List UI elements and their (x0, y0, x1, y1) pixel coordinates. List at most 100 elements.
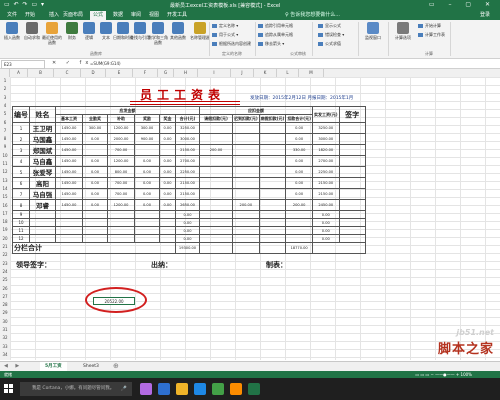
ribbon-small-4[interactable]: 追踪从属单元格 (258, 32, 293, 38)
taskbar-app-icon-1[interactable] (158, 383, 170, 395)
table-row[interactable]: 12 0.00 0.00 (12, 234, 366, 243)
table-row[interactable]: 10 0.00 0.00 (12, 218, 366, 227)
table-cell[interactable]: 700.00 (107, 177, 135, 189)
table-cell[interactable] (107, 234, 135, 243)
table-cell[interactable]: 1450.00 (55, 188, 83, 200)
table-cell[interactable]: 1450.00 (55, 122, 83, 134)
table-cell[interactable] (232, 133, 260, 145)
table-cell[interactable] (285, 226, 313, 235)
column-header[interactable]: M (299, 69, 324, 77)
table-cell[interactable] (82, 218, 108, 227)
row-header[interactable]: 2 (0, 85, 10, 93)
table-cell[interactable]: 0.00 (285, 177, 313, 189)
table-cell[interactable]: 0.00 (159, 122, 176, 134)
microphone-icon[interactable]: 🎤 (121, 382, 127, 396)
table-cell[interactable] (258, 166, 287, 178)
tab-5[interactable]: 数据 (110, 11, 126, 20)
table-cell[interactable] (55, 226, 83, 235)
tab-8[interactable]: 开发工具 (164, 11, 190, 20)
cortana-search-box[interactable]: 我是 Cortana，小娜。有问题尽管问我。 🎤 (20, 382, 132, 396)
column-header[interactable]: A (10, 69, 28, 77)
ribbon-button-0[interactable]: 插入函数 (2, 22, 22, 40)
table-cell[interactable] (199, 210, 233, 219)
row-header[interactable]: 1 (0, 77, 10, 85)
table-cell[interactable]: 300.00 (82, 122, 108, 134)
table-cell[interactable]: 0.00 (82, 133, 108, 145)
sign-cell[interactable] (338, 234, 366, 243)
ribbon-small-5[interactable]: 移去箭头 ▾ (258, 41, 284, 47)
column-header[interactable]: K (254, 69, 277, 77)
table-cell[interactable]: 2250.00 (311, 166, 340, 178)
tab-4[interactable]: 公式 (90, 11, 107, 20)
ribbon-small-3[interactable]: 追踪引用单元格 (258, 23, 293, 29)
table-cell[interactable] (107, 210, 135, 219)
table-cell[interactable] (199, 155, 233, 167)
table-cell[interactable]: 0.00 (311, 226, 340, 235)
table-cell[interactable]: 200.00 (232, 199, 260, 211)
taskbar-app-icon-0[interactable] (140, 383, 152, 395)
calc-options-button[interactable]: 计算选项 (392, 22, 414, 40)
ribbon-small-8[interactable]: 公式求值 (318, 41, 341, 47)
table-cell[interactable] (232, 155, 260, 167)
table-cell[interactable]: 330.00 (285, 144, 313, 156)
window-controls[interactable]: ▭ – ▢ ✕ (429, 1, 496, 8)
table-cell[interactable]: 0.00 (159, 166, 176, 178)
sign-cell[interactable] (338, 144, 366, 156)
table-cell[interactable] (232, 166, 260, 178)
table-cell[interactable] (134, 218, 160, 227)
table-cell[interactable] (199, 122, 233, 134)
row-header[interactable]: 16 (0, 202, 10, 210)
table-cell[interactable] (258, 144, 287, 156)
row-header[interactable]: 23 (0, 260, 10, 268)
table-cell[interactable]: 0.00 (285, 122, 313, 134)
row-header[interactable]: 14 (0, 185, 10, 193)
table-row[interactable]: 7 马自强 1450.00 0.00 700.00 0.00 0.00 2150.00 0.00… (12, 188, 366, 200)
table-cell[interactable]: 1200.00 (107, 122, 135, 134)
login-link[interactable]: 登录 (480, 11, 490, 20)
ribbon-button-7[interactable]: 查找与引用 (130, 22, 150, 40)
table-cell[interactable]: 0.00 (311, 234, 340, 243)
table-cell[interactable]: 0.00 (285, 155, 313, 167)
table-cell[interactable] (199, 199, 233, 211)
table-cell[interactable]: 0.00 (159, 133, 176, 145)
table-cell[interactable]: 0.00 (134, 166, 160, 178)
tab-0[interactable]: 文件 (4, 11, 20, 20)
column-header[interactable]: B (28, 69, 54, 77)
table-cell[interactable] (199, 218, 233, 227)
row-header[interactable]: 19 (0, 226, 10, 234)
table-cell[interactable] (107, 226, 135, 235)
table-cell[interactable] (258, 234, 287, 243)
row-header[interactable]: 26 (0, 285, 10, 293)
table-cell[interactable] (232, 218, 260, 227)
table-cell[interactable] (258, 188, 287, 200)
ribbon-small-6[interactable]: 显示公式 (318, 23, 341, 29)
column-header[interactable]: C (54, 69, 81, 77)
ribbon-button-10[interactable]: 名称管理器 (190, 22, 210, 40)
table-cell[interactable]: 0.00 (134, 188, 160, 200)
sign-cell[interactable] (338, 155, 366, 167)
taskbar-app-icon-2[interactable] (176, 383, 188, 395)
table-cell[interactable]: 0.00 (175, 226, 200, 235)
ribbon-small-7[interactable]: 错误检查 ▾ (318, 32, 344, 38)
ribbon-button-8[interactable]: 数学和三角函数 (148, 22, 168, 45)
table-cell[interactable]: 1200.00 (107, 199, 135, 211)
table-cell[interactable]: 900.00 (134, 133, 160, 145)
table-row[interactable]: 2 马国鑫 1450.00 0.00 2000.00 900.00 0.00 3000.00 0… (12, 133, 366, 145)
ribbon-button-2[interactable]: 最近使用的函数 (42, 22, 62, 45)
table-cell[interactable] (159, 218, 176, 227)
table-row[interactable]: 8 邓睿 1450.00 0.00 1200.00 0.00 0.00 2650.00 200.… (12, 199, 366, 211)
table-cell[interactable]: 0.00 (159, 188, 176, 200)
table-cell[interactable]: 0.00 (285, 166, 313, 178)
ribbon-button-9[interactable]: 其他函数 (168, 22, 188, 40)
table-cell[interactable] (159, 226, 176, 235)
table-cell[interactable] (232, 122, 260, 134)
tab-1[interactable]: 开始 (22, 11, 38, 20)
table-row[interactable]: 5 张爱琴 1450.00 0.00 800.00 0.00 0.00 2250.00 0.00… (12, 166, 366, 178)
table-cell[interactable]: 0.00 (175, 210, 200, 219)
table-cell[interactable]: 1450.00 (55, 144, 83, 156)
add-sheet-icon[interactable]: ⊕ (113, 362, 119, 371)
row-header[interactable]: 32 (0, 334, 10, 342)
row-header[interactable]: 3 (0, 94, 10, 102)
table-cell[interactable] (258, 177, 287, 189)
row-header[interactable]: 18 (0, 218, 10, 226)
